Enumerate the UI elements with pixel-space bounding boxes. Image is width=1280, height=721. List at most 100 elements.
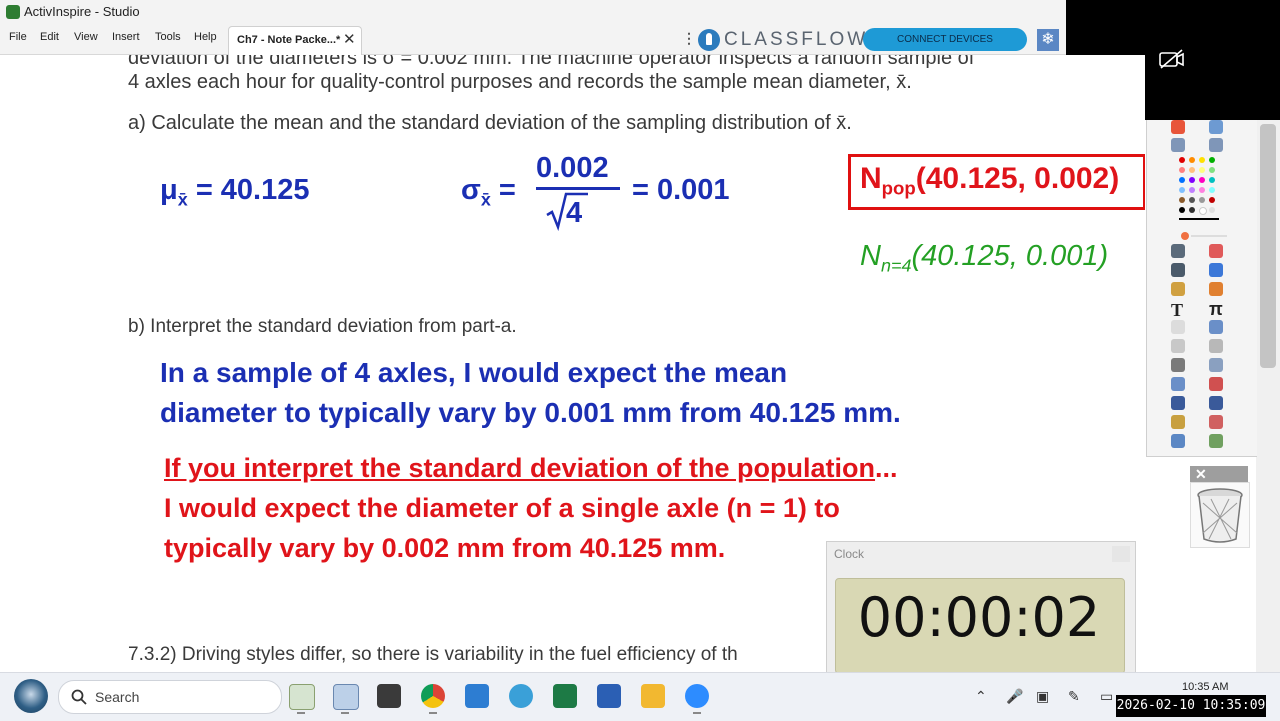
activinspire-icon [6,5,20,19]
zoom-taskbar-icon[interactable] [685,684,709,708]
snowflake-tool-icon[interactable] [1209,120,1223,134]
answer-line2: diameter to typically vary by 0.001 mm f… [160,397,901,428]
page-forward-icon[interactable] [1209,138,1223,152]
copy-icon[interactable] [1171,320,1185,334]
excel-taskbar-icon[interactable] [553,684,577,708]
grid-icon[interactable] [1209,339,1223,353]
pen-width-slider-track[interactable] [1191,235,1227,237]
timestamp-overlay: 2026-02-10 10:35:09 [1116,695,1266,717]
undo-icon[interactable] [1171,396,1185,410]
document-tab[interactable]: Ch7 - Note Packe...* ✕ [228,26,362,55]
sampling-distribution: Nn=4(40.125, 0.001) [860,240,1109,276]
population-interpretation-line3: typically vary by 0.002 mm from 40.125 m… [164,533,726,563]
photos-taskbar-icon[interactable] [509,684,533,708]
text-tool-icon[interactable]: T [1171,300,1183,321]
sigma-numerator: 0.002 [536,152,609,184]
lock-icon[interactable] [1171,339,1185,353]
answer-line1: In a sample of 4 axles, I would expect t… [160,357,788,388]
toolbox-panel: T π [1146,120,1257,457]
scrollbar-thumb[interactable] [1260,124,1276,368]
mu-value: = 40.125 [195,174,310,206]
menu-edit[interactable]: Edit [40,31,59,43]
display-icon[interactable]: ▭ [1100,688,1113,705]
more-options-icon[interactable]: ⋮ [682,30,696,47]
snowflake-icon[interactable]: ❄ [1037,29,1059,51]
microphone-icon[interactable]: 🎤 [1006,688,1023,705]
mu-symbol: μ [160,174,178,206]
math-tool-icon[interactable]: π [1209,299,1223,320]
resource-browser-icon[interactable] [1209,434,1223,448]
fill-icon[interactable] [1171,282,1185,296]
running-indicator [341,712,349,714]
clock-title: Clock [834,547,865,561]
clock-tool-icon[interactable] [1171,415,1185,429]
search-placeholder: Search [95,689,140,705]
trash-panel-close[interactable]: ✕ [1190,466,1248,482]
next-problem-text: 7.3.2) Driving styles differ, so there i… [128,644,738,665]
snowflake-small-icon[interactable] [1171,434,1185,448]
search-input[interactable]: Search [58,680,282,714]
close-icon[interactable]: ✕ [343,30,356,48]
sigma-symbol: σ [461,174,481,206]
title-bar: ActivInspire - Studio [0,0,1066,24]
eraser-icon[interactable] [1209,244,1223,258]
chevron-up-icon[interactable]: ⌃ [975,688,987,705]
page-tools-icon[interactable] [1209,358,1223,372]
problem-text-line2: 4 axles each hour for quality-control pu… [128,71,912,93]
pen-icon[interactable] [1171,263,1185,277]
menu-file[interactable]: File [9,31,27,43]
menu-view[interactable]: View [74,31,98,43]
page-back-icon[interactable] [1171,138,1185,152]
activinspire-taskbar-icon[interactable] [289,684,315,710]
tray-clock[interactable]: 10:35 AM [1182,681,1228,693]
sigma-result: = 0.001 [632,174,730,206]
population-interpretation-line2: I would expect the diameter of a single … [164,493,840,523]
problem-text-line1: deviation of the diameters is σ = 0.002 … [128,55,975,69]
close-icon[interactable]: ✕ [1195,466,1207,482]
document-tab-label: Ch7 - Note Packe...* [237,34,341,46]
highlighter-icon[interactable] [1209,263,1223,277]
chrome-taskbar-icon[interactable] [421,684,445,708]
file-explorer-taskbar-icon[interactable] [641,684,665,708]
search-icon [71,689,87,705]
connect-devices-button[interactable]: CONNECT DEVICES [863,28,1027,51]
reset-icon[interactable] [1209,377,1223,391]
menu-insert[interactable]: Insert [112,31,140,43]
clock-time: 00:00:02 [857,586,1101,649]
shape-icon[interactable] [1209,282,1223,296]
sigma-radicand: 4 [566,197,583,229]
recorder-icon[interactable] [1171,377,1185,391]
trash-can-icon[interactable] [1190,482,1250,548]
running-indicator [693,712,701,714]
fraction-bar [536,187,620,190]
camera-tool-icon[interactable] [1171,358,1185,372]
running-indicator [297,712,305,714]
stop-icon[interactable] [1171,120,1185,134]
calculator-doc-taskbar-icon[interactable] [333,684,359,710]
classflow-logo-icon [698,29,720,51]
camera-off-icon [1159,49,1184,69]
mu-equation: μx̄ = 40.125 [160,174,310,210]
start-icon[interactable] [14,679,48,713]
calculator-taskbar-icon[interactable] [377,684,401,708]
menu-tools[interactable]: Tools [155,31,181,43]
pen-tray-icon[interactable]: ✎ [1068,688,1080,705]
pen-width-slider-icon[interactable] [1181,232,1189,240]
word-taskbar-icon[interactable] [597,684,621,708]
redo-icon[interactable] [1209,396,1223,410]
menu-help[interactable]: Help [194,31,217,43]
part-a-text: a) Calculate the mean and the standard d… [128,112,852,134]
population-distribution: Npop(40.125, 0.002) [860,162,1120,199]
sigma-lhs: σx̄ = [461,174,516,210]
clock-close-button[interactable] [1112,546,1130,562]
notepad-taskbar-icon[interactable] [465,684,489,708]
population-interpretation-line1: If you interpret the standard deviation … [164,453,898,483]
pen-width-dots[interactable] [1179,218,1219,220]
dice-icon[interactable] [1209,415,1223,429]
sigma-subscript: x̄ [480,189,491,210]
select-arrow-icon[interactable] [1171,244,1185,258]
screen-record-icon[interactable]: ▣ [1036,688,1049,705]
window-title: ActivInspire - Studio [24,4,140,19]
sigma-equals: = [498,174,516,206]
magic-ink-icon[interactable] [1209,320,1223,334]
